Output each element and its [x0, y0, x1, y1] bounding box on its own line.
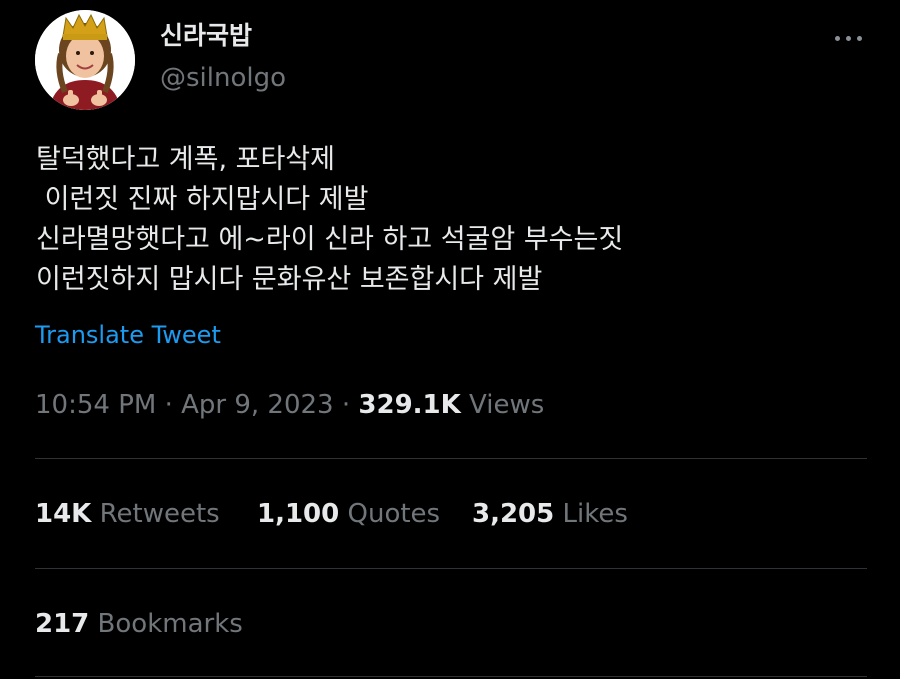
divider: [35, 458, 867, 459]
avatar[interactable]: [35, 10, 135, 110]
likes-label: Likes: [562, 499, 628, 529]
tweet-time[interactable]: 10:54 PM: [35, 390, 156, 420]
retweets-label: Retweets: [99, 499, 220, 529]
bookmarks-label: Bookmarks: [97, 609, 243, 639]
retweets-count: 14K: [35, 499, 92, 529]
author-handle[interactable]: @silnolgo: [160, 60, 286, 96]
quotes-stat[interactable]: 1,100 Quotes: [257, 496, 440, 532]
more-dot-icon: [857, 36, 862, 41]
tweet-detail: 신라국밥 @silnolgo 탈덕했다고 계폭, 포타삭제 이런짓 진짜 하지맙…: [0, 0, 900, 679]
child-with-golden-crown-avatar-icon: [35, 10, 135, 110]
bookmarks-stat[interactable]: 217 Bookmarks: [35, 606, 243, 642]
tweet-text-line: 이런짓하지 맙시다 문화유산 보존합시다 제발: [36, 264, 543, 295]
likes-count: 3,205: [472, 499, 555, 529]
divider: [35, 568, 867, 569]
more-options-button[interactable]: [826, 22, 870, 54]
quotes-count: 1,100: [257, 499, 340, 529]
tweet-text: 탈덕했다고 계폭, 포타삭제 이런짓 진짜 하지맙시다 제발 신라멸망햇다고 에…: [36, 140, 866, 300]
more-dot-icon: [846, 36, 851, 41]
meta-separator: ·: [164, 390, 173, 420]
divider: [35, 676, 867, 677]
quotes-label: Quotes: [347, 499, 441, 529]
tweet-date[interactable]: Apr 9, 2023: [181, 390, 333, 420]
likes-stat[interactable]: 3,205 Likes: [472, 496, 628, 532]
views-count: 329.1K: [358, 390, 461, 420]
meta-separator: ·: [341, 390, 351, 420]
views-label: Views: [469, 390, 545, 420]
more-dot-icon: [835, 36, 840, 41]
tweet-text-line: 신라멸망햇다고 에~라이 신라 하고 석굴암 부수는짓: [36, 224, 624, 255]
author-display-name[interactable]: 신라국밥: [160, 18, 252, 54]
tweet-text-line: 이런짓 진짜 하지맙시다 제발: [36, 184, 369, 215]
tweet-text-line: 탈덕했다고 계폭, 포타삭제: [36, 144, 335, 175]
tweet-meta: 10:54 PM · Apr 9, 2023 · 329.1K Views: [35, 387, 544, 423]
translate-tweet-link[interactable]: Translate Tweet: [35, 318, 221, 352]
retweets-stat[interactable]: 14K Retweets: [35, 496, 220, 532]
bookmarks-count: 217: [35, 609, 90, 639]
